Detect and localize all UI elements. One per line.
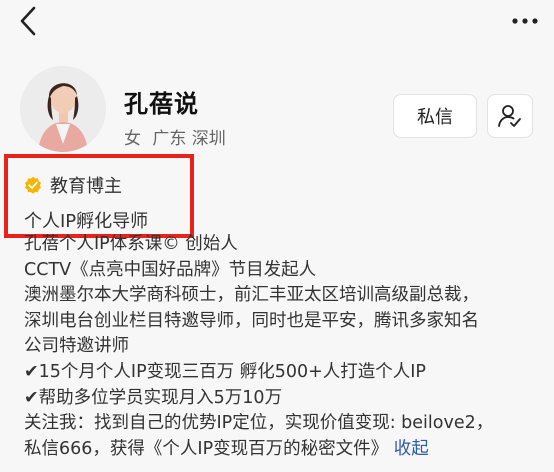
message-button[interactable]: 私信 [393,94,477,138]
profile-meta: 女 广东 深圳 [124,124,226,149]
bio-line: ✔15个月个人IP变现三百万 孵化500+人打造个人IP [24,361,426,382]
avatar-image [20,66,106,152]
bio-line: 关注我：找到自己的优势IP定位，实现价值变现: beilove2， [24,413,494,434]
bio-line-last: 私信666，获得《个人IP变现百万的秘密文件》 收起 [24,437,544,463]
avatar[interactable] [20,66,106,152]
bio-line: CCTV《点亮中国好品牌》节目发起人 [24,259,317,280]
gender-label: 女 [124,129,141,149]
follow-button[interactable] [487,94,533,138]
back-icon[interactable] [14,4,44,38]
collapse-link[interactable]: 收起 [394,439,429,459]
profile-name: 孔蓓说 [124,90,199,118]
verified-badge-icon [25,176,41,194]
verification-row: 教育博主 [24,172,122,198]
follow-user-icon [498,105,521,127]
bio-line: 孔蓓个人IP体系课© 创始人 [24,234,238,254]
bio: 孔蓓个人IP体系课© 创始人 CCTV《点亮中国好品牌》节目发起人 澳洲墨尔本大… [24,232,544,462]
bio-line: 澳洲墨尔本大学商科硕士，前汇丰亚太区培训高级副总裁， [24,285,479,306]
bio-line: ✔帮助多位学员实现月入5万10万 [24,387,283,408]
tagline: 个人IP孵化导师 [24,211,149,232]
bio-line: 公司特邀讲师 [24,336,129,357]
top-bar [0,0,554,44]
bio-last-text: 私信666，获得《个人IP变现百万的秘密文件》 [24,438,389,459]
verification-label: 教育博主 [50,176,122,197]
more-icon[interactable] [510,14,540,28]
bio-line: 深圳电台创业栏目特邀导师，同时也是平安，腾讯多家知名 [24,310,479,331]
location-label: 广东 深圳 [152,129,226,149]
